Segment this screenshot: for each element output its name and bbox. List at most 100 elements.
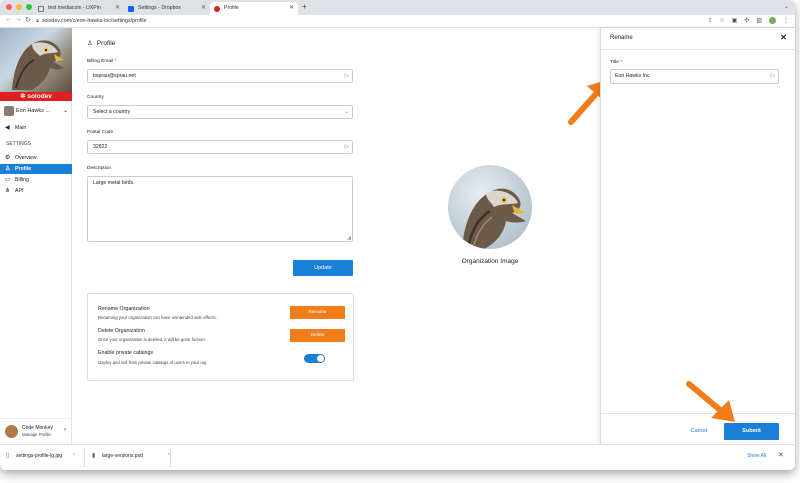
rename-panel-header: Rename ✕ bbox=[601, 28, 795, 50]
close-window-button[interactable] bbox=[6, 4, 12, 10]
browser-tab[interactable]: Settings - Dropbox ✕ bbox=[124, 2, 210, 15]
download-bar: ▯ settings-profile-lg.jpg ⌃ ▮ large-versi… bbox=[0, 444, 795, 470]
hawk-illustration bbox=[462, 188, 526, 249]
download-item[interactable]: ▯ settings-profile-lg.jpg ⌃ bbox=[6, 453, 76, 459]
close-tab-icon[interactable]: ✕ bbox=[289, 2, 294, 15]
country-label: Country bbox=[87, 95, 104, 100]
chevron-down-icon: ⌄ bbox=[62, 108, 68, 114]
tab-search-icon[interactable]: ⌄ bbox=[784, 3, 789, 10]
browser-tab-active[interactable]: Profile ✕ bbox=[210, 2, 298, 15]
hawk-illustration bbox=[12, 40, 64, 90]
sidebar-item-api[interactable]: ⋔ API bbox=[0, 186, 72, 196]
sidebar-item-billing[interactable]: ▭ Billing bbox=[0, 175, 72, 185]
private-catalogs-title: Enable private catalogs bbox=[98, 350, 154, 356]
url-field[interactable]: 🔒︎ solodev.com/c/eon-hawks-inc/settings/p… bbox=[36, 16, 691, 26]
organization-image[interactable] bbox=[448, 165, 532, 249]
delete-button[interactable]: Delete bbox=[290, 329, 345, 342]
browser-window: test mediacoin - UXPin ✕ Settings - Drop… bbox=[0, 0, 795, 470]
menu-icon[interactable]: ⋮ bbox=[783, 17, 789, 24]
sidebar-item-profile[interactable]: ♙ Profile bbox=[0, 164, 72, 174]
dropbox-icon bbox=[128, 5, 134, 12]
sidepanel-icon[interactable]: ▥ bbox=[756, 17, 762, 24]
main-content: ♙ Profile Billing Email * bsprau@sprau.ne… bbox=[73, 28, 607, 444]
chevron-right-icon: › bbox=[64, 427, 66, 433]
user-menu[interactable]: Code Monkey Manage Profile › bbox=[0, 418, 72, 444]
rename-panel-title: Rename bbox=[610, 35, 633, 41]
toggle-knob bbox=[317, 355, 324, 362]
solodev-icon bbox=[214, 5, 220, 12]
file-icon: ▮ bbox=[92, 453, 96, 459]
title-label: Title * bbox=[610, 60, 623, 65]
cancel-button[interactable]: Cancel bbox=[691, 428, 707, 434]
description-label: Description bbox=[87, 166, 111, 171]
delete-description: Once your organization is deleted, it wi… bbox=[98, 337, 206, 342]
tab-bar: test mediacoin - UXPin ✕ Settings - Drop… bbox=[0, 0, 795, 15]
card-icon: ▭ bbox=[5, 177, 11, 183]
maximize-window-button[interactable] bbox=[26, 4, 32, 10]
user-icon: ♙ bbox=[87, 40, 93, 47]
sidebar-item-overview[interactable]: ⚙ Overview bbox=[0, 153, 72, 163]
description-textarea[interactable]: Large metal birds. ◢ bbox=[87, 176, 353, 242]
avatar bbox=[5, 425, 18, 438]
divider bbox=[84, 449, 85, 467]
gear-icon: ⚙ bbox=[5, 155, 11, 161]
reload-icon[interactable]: ↻ bbox=[25, 16, 31, 24]
user-icon: ♙ bbox=[5, 166, 11, 172]
sidebar: ✲ solodev Eon Hawks ... ⌄ ◀ Main SETTING… bbox=[0, 28, 72, 444]
org-avatar bbox=[4, 106, 14, 116]
extension-icon[interactable]: ▣ bbox=[732, 17, 738, 24]
lock-icon: 🔒︎ bbox=[36, 18, 39, 24]
browser-tab[interactable]: test mediacoin - UXPin ✕ bbox=[34, 2, 124, 15]
divider bbox=[170, 449, 171, 467]
star-icon[interactable]: ☆ bbox=[719, 17, 724, 24]
close-icon[interactable]: ✕ bbox=[778, 451, 784, 459]
annotation-arrow-icon bbox=[686, 381, 735, 422]
organization-actions-panel: Rename Organization Renaming your organi… bbox=[87, 293, 354, 381]
browser-actions: ⇪ ☆ ▣ ✣ ▥ ⋮ bbox=[707, 17, 789, 24]
rename-title: Rename Organization bbox=[98, 306, 150, 312]
autofill-icon: ▷ bbox=[344, 73, 349, 79]
private-catalogs-toggle[interactable] bbox=[304, 354, 325, 363]
forward-icon[interactable]: → bbox=[15, 16, 22, 23]
user-name: Code Monkey bbox=[22, 425, 53, 431]
address-bar: ← → ↻ 🔒︎ solodev.com/c/eon-hawks-inc/sett… bbox=[0, 15, 795, 28]
window-controls bbox=[6, 4, 32, 10]
profile-avatar[interactable] bbox=[769, 17, 776, 24]
new-tab-button[interactable]: + bbox=[302, 2, 307, 11]
update-button[interactable]: Update bbox=[293, 260, 353, 276]
resize-handle-icon[interactable]: ◢ bbox=[347, 235, 351, 241]
title-input[interactable]: Eon Hawks Inc ▷ bbox=[610, 69, 779, 84]
chevron-up-icon: ⌃ bbox=[72, 453, 77, 459]
show-all-button[interactable]: Show All bbox=[747, 453, 766, 459]
back-icon[interactable]: ← bbox=[5, 16, 12, 23]
file-icon: ▯ bbox=[6, 453, 10, 459]
close-tab-icon[interactable]: ✕ bbox=[201, 2, 206, 15]
page-icon bbox=[38, 5, 44, 12]
billing-email-field[interactable]: bsprau@sprau.net ▷ bbox=[87, 69, 353, 83]
close-icon[interactable]: ✕ bbox=[780, 33, 787, 42]
rename-description: Renaming your organization can have unin… bbox=[98, 315, 217, 320]
sidebar-item-main[interactable]: ◀ Main bbox=[0, 123, 72, 133]
brand-bar: ✲ solodev bbox=[0, 92, 72, 101]
minimize-window-button[interactable] bbox=[16, 4, 22, 10]
org-switcher[interactable]: Eon Hawks ... ⌄ bbox=[4, 104, 68, 118]
rename-button[interactable]: Rename bbox=[290, 306, 345, 319]
postal-code-field[interactable]: 32822 ▷ bbox=[87, 140, 353, 154]
download-item[interactable]: ▮ large-versions.psd ⌃ bbox=[92, 453, 171, 459]
country-select[interactable]: Select a country ⌄ bbox=[87, 105, 353, 119]
settings-section-label: SETTINGS bbox=[6, 141, 32, 147]
share-icon[interactable]: ⇪ bbox=[707, 17, 712, 24]
puzzle-icon[interactable]: ✣ bbox=[744, 17, 749, 24]
postal-code-label: Postal Code bbox=[87, 130, 114, 135]
delete-title: Delete Organization bbox=[98, 328, 145, 334]
close-tab-icon[interactable]: ✕ bbox=[115, 2, 120, 15]
chevron-down-icon: ⌄ bbox=[344, 109, 349, 115]
network-icon: ⋔ bbox=[5, 188, 11, 194]
page-title: ♙ Profile bbox=[87, 40, 116, 47]
manage-profile-link[interactable]: Manage Profile bbox=[22, 432, 51, 437]
back-circle-icon: ◀ bbox=[5, 125, 10, 131]
autofill-icon: ▷ bbox=[344, 144, 349, 150]
organization-image-label: Organization Image bbox=[461, 258, 519, 265]
billing-email-label: Billing Email * bbox=[87, 59, 117, 64]
autofill-icon: ▷ bbox=[770, 73, 775, 79]
